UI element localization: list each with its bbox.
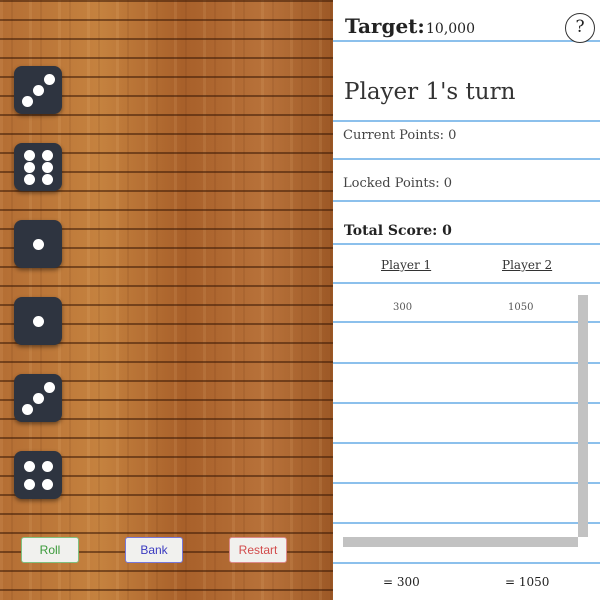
target-value: 10,000 bbox=[426, 21, 475, 37]
paper-rule bbox=[333, 482, 600, 484]
die-pip bbox=[23, 149, 35, 161]
turn-indicator: Player 1's turn bbox=[344, 79, 516, 105]
paper-rule bbox=[333, 200, 600, 202]
scores-vertical-scrollbar[interactable] bbox=[578, 295, 588, 537]
paper-rule bbox=[333, 402, 600, 404]
paper-rule bbox=[333, 120, 600, 122]
paper-rule bbox=[333, 282, 600, 284]
die-pip bbox=[41, 173, 53, 185]
locked-points: Locked Points: 0 bbox=[343, 176, 453, 191]
roll-button[interactable]: Roll bbox=[21, 537, 79, 563]
die-pip bbox=[32, 315, 44, 327]
die-4[interactable] bbox=[14, 297, 62, 345]
paper-rule bbox=[333, 321, 600, 323]
die-5[interactable] bbox=[14, 374, 62, 422]
scores-horizontal-scrollbar[interactable] bbox=[343, 537, 578, 547]
die-pip bbox=[32, 238, 44, 250]
current-points: Current Points: 0 bbox=[343, 128, 457, 143]
die-pip bbox=[43, 73, 55, 85]
paper-rule bbox=[333, 40, 600, 42]
paper-rule bbox=[333, 442, 600, 444]
die-pip bbox=[43, 381, 55, 393]
die-6[interactable] bbox=[14, 451, 62, 499]
die-1[interactable] bbox=[14, 66, 62, 114]
die-pip bbox=[32, 84, 44, 96]
paper-rule bbox=[333, 243, 600, 245]
paper-rule bbox=[333, 562, 600, 564]
die-2[interactable] bbox=[14, 143, 62, 191]
bank-button[interactable]: Bank bbox=[125, 537, 183, 563]
die-pip bbox=[21, 95, 33, 107]
player-2-total: = 1050 bbox=[505, 575, 550, 589]
scorecard-panel: Target: 10,000 Player 1's turn Current P… bbox=[333, 0, 600, 600]
die-pip bbox=[21, 403, 33, 415]
total-score: Total Score: 0 bbox=[344, 223, 452, 239]
restart-button[interactable]: Restart bbox=[229, 537, 287, 563]
die-pip bbox=[41, 149, 53, 161]
die-pip bbox=[41, 460, 53, 472]
player-1-score: 300 bbox=[393, 302, 413, 313]
die-pip bbox=[41, 161, 53, 173]
paper-rule bbox=[333, 362, 600, 364]
paper-rule bbox=[333, 522, 600, 524]
die-pip bbox=[23, 460, 35, 472]
die-pip bbox=[23, 161, 35, 173]
paper-rule bbox=[333, 158, 600, 160]
die-3[interactable] bbox=[14, 220, 62, 268]
die-pip bbox=[32, 392, 44, 404]
die-pip bbox=[23, 173, 35, 185]
player-2-score: 1050 bbox=[508, 302, 534, 313]
die-pip bbox=[41, 478, 53, 490]
dice-table: Roll Bank Restart bbox=[0, 0, 333, 600]
player-1-total: = 300 bbox=[383, 575, 420, 589]
player-2-header: Player 2 bbox=[502, 258, 553, 272]
die-pip bbox=[23, 478, 35, 490]
target-label: Target: bbox=[345, 14, 425, 38]
player-1-header: Player 1 bbox=[381, 258, 432, 272]
help-button[interactable]: ? bbox=[565, 13, 595, 43]
